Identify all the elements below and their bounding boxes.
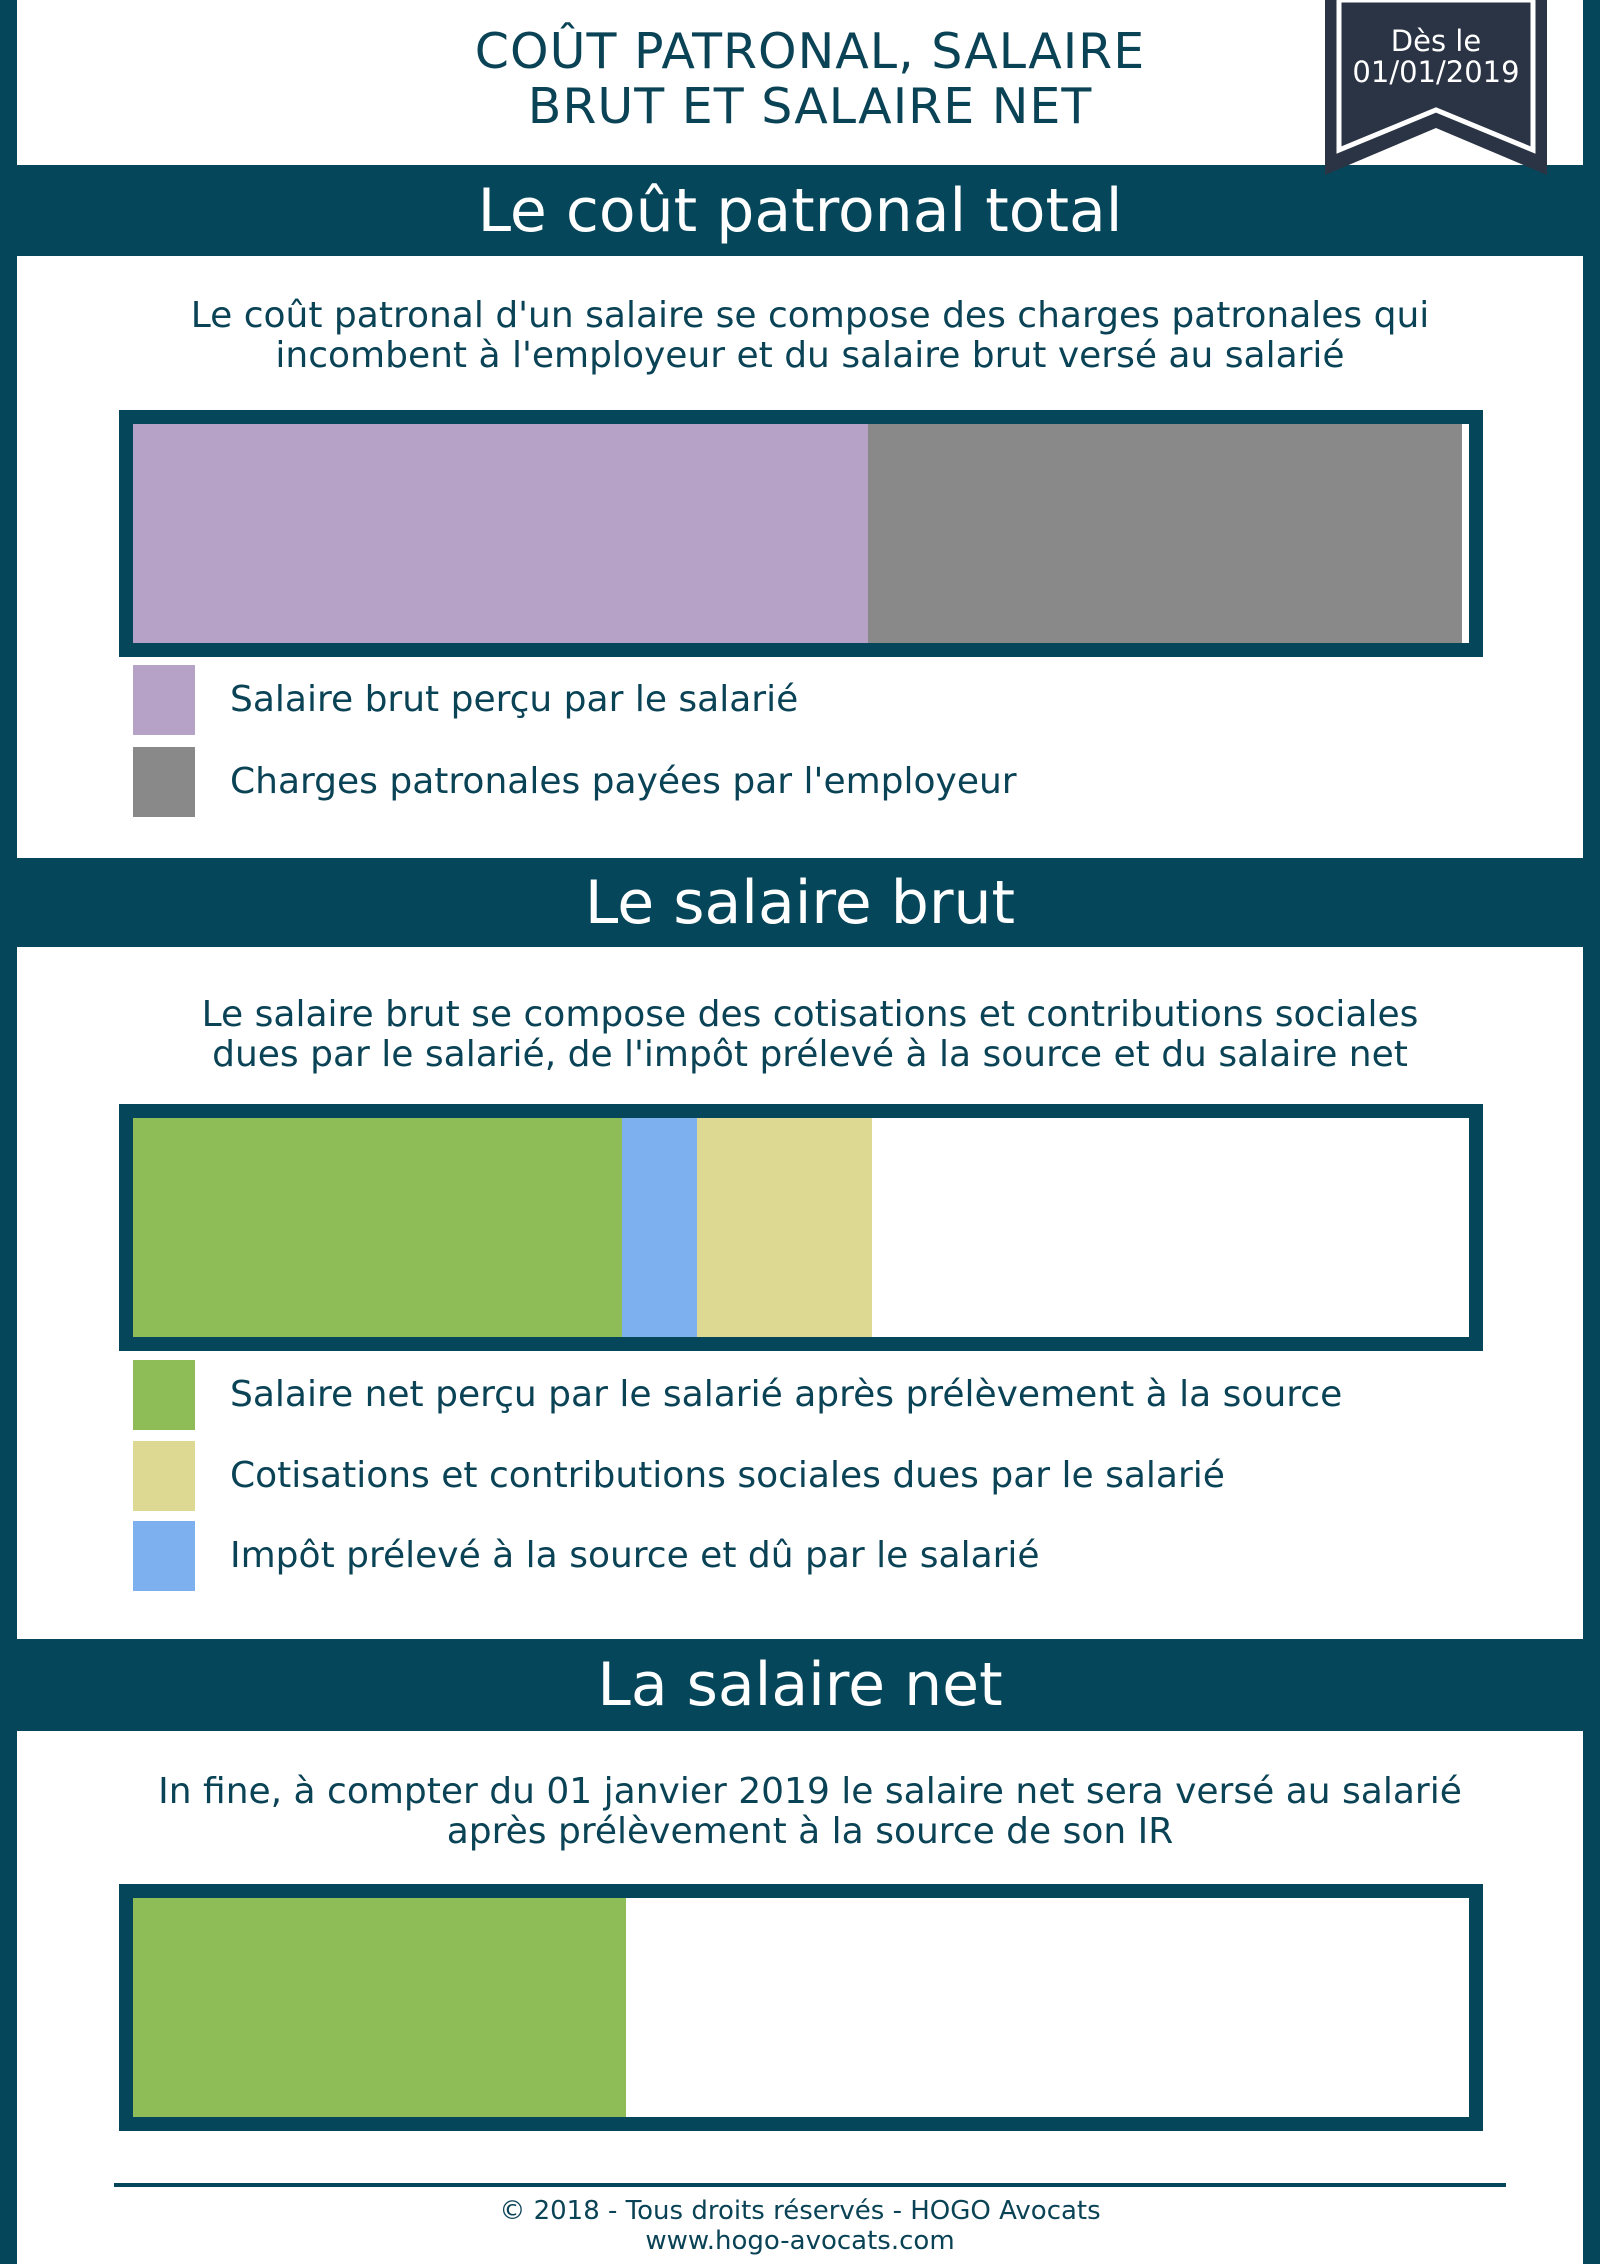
date-ribbon: Dès le 01/01/2019 <box>1325 0 1547 175</box>
legend-swatch <box>133 1441 195 1511</box>
description-line: In fine, à compter du 01 janvier 2019 le… <box>158 1771 1462 1812</box>
bar-segment-cotisations <box>696 1118 872 1337</box>
legend-swatch <box>133 1521 195 1591</box>
description-line: après prélèvement à la source de son IR <box>446 1811 1174 1852</box>
section-heading-cout-patronal: Le coût patronal total <box>477 176 1123 246</box>
ribbon-line-1: Dès le <box>1390 24 1482 58</box>
description-line: Le coût patronal d'un salaire se compose… <box>190 295 1430 336</box>
section-description-salaire-net: In fine, à compter du 01 janvier 2019 le… <box>90 1772 1530 1852</box>
description-line: Le salaire brut se compose des cotisatio… <box>201 994 1419 1035</box>
legend-label: Cotisations et contributions sociales du… <box>230 1455 1225 1496</box>
legend-label: Salaire net perçu par le salarié après p… <box>230 1374 1343 1415</box>
footer-divider <box>114 2183 1506 2187</box>
ribbon-line-2: 01/01/2019 <box>1352 55 1520 89</box>
stacked-bar-track <box>133 1898 1469 2117</box>
stacked-bar-salaire-brut <box>119 1104 1483 1351</box>
page-title-line-2: BRUT ET SALAIRE NET <box>527 78 1093 135</box>
page-title: COÛT PATRONAL, SALAIRE BRUT ET SALAIRE N… <box>330 24 1290 134</box>
section-heading-salaire-brut: Le salaire brut <box>584 868 1016 938</box>
stacked-bar-salaire-net <box>119 1884 1483 2131</box>
stacked-bar-track <box>133 424 1469 643</box>
stacked-bar-track <box>133 1118 1469 1337</box>
legend-label: Charges patronales payées par l'employeu… <box>230 761 1017 802</box>
bar-segment-charges-patronales <box>867 424 1463 643</box>
section-heading-salaire-net: La salaire net <box>597 1650 1003 1720</box>
bar-segment-impot <box>621 1118 697 1337</box>
legend-label: Impôt prélevé à la source et dû par le s… <box>230 1535 1040 1576</box>
footer-website-link[interactable]: www.hogo-avocats.com <box>0 2226 1600 2256</box>
ribbon-text: Dès le 01/01/2019 <box>1325 26 1547 88</box>
bar-segment-salaire-net <box>133 1118 622 1337</box>
footer-copyright: © 2018 - Tous droits réservés - HOGO Avo… <box>499 2196 1101 2226</box>
bar-segment-salaire-net <box>133 1898 626 2117</box>
bar-segment-salaire-brut <box>133 424 868 643</box>
legend-swatch <box>133 665 195 735</box>
legend-label: Salaire brut perçu par le salarié <box>230 679 799 720</box>
stacked-bar-cout-patronal <box>119 410 1483 657</box>
description-line: dues par le salarié, de l'impôt prélevé … <box>212 1034 1408 1075</box>
description-line: incombent à l'employeur et du salaire br… <box>275 335 1345 376</box>
section-description-cout-patronal: Le coût patronal d'un salaire se compose… <box>90 296 1530 376</box>
section-description-salaire-brut: Le salaire brut se compose des cotisatio… <box>90 995 1530 1075</box>
page-title-line-1: COÛT PATRONAL, SALAIRE <box>474 23 1146 80</box>
legend-swatch <box>133 747 195 817</box>
legend-swatch <box>133 1360 195 1430</box>
